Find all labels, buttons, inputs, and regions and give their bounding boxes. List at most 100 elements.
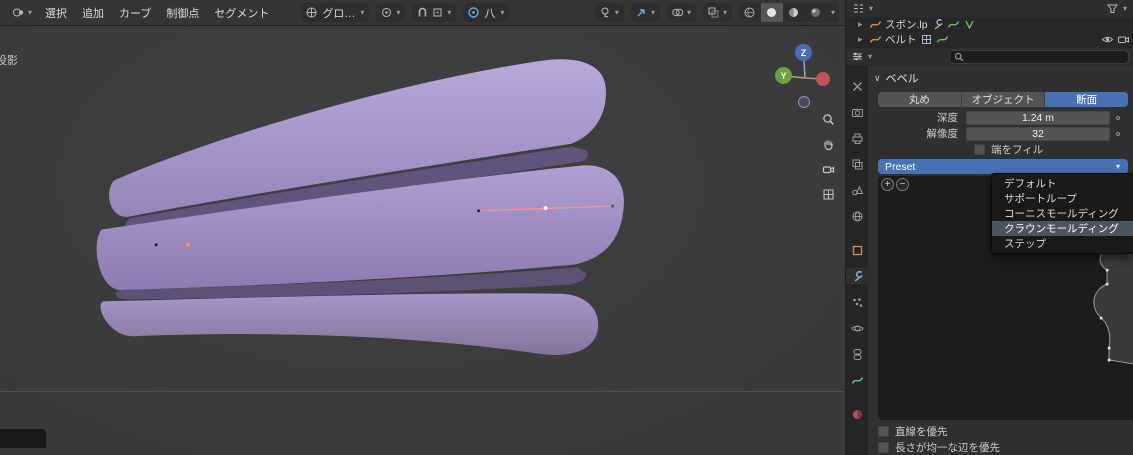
preset-label: Preset: [885, 160, 916, 173]
minus-icon: −: [899, 179, 906, 190]
filter-funnel-icon[interactable]: [1106, 2, 1119, 15]
shading-wireframe-button[interactable]: [739, 3, 761, 22]
menu-control-points[interactable]: 制御点: [159, 2, 206, 24]
tab-view-layer[interactable]: [846, 156, 868, 172]
vertex-group-icon[interactable]: [963, 18, 976, 31]
properties-search[interactable]: [949, 50, 1129, 64]
tab-modifiers[interactable]: [846, 268, 868, 284]
tab-profile[interactable]: 断面: [1045, 92, 1128, 107]
orientation-label: グロ…: [322, 7, 356, 20]
snap-controls[interactable]: ▾: [412, 3, 457, 22]
expand-arrow-icon[interactable]: ▸: [858, 19, 866, 30]
expand-arrow-icon[interactable]: ▸: [858, 34, 866, 45]
properties-editor-icon[interactable]: [851, 50, 864, 63]
render-visibility-camera-icon[interactable]: [1117, 33, 1130, 46]
resolution-field[interactable]: 32: [966, 126, 1110, 141]
prefer-even-row: 長さが均一な辺を優先: [878, 440, 1128, 454]
plus-icon: +: [884, 179, 891, 190]
tab-constraints[interactable]: [846, 346, 868, 362]
preset-dropdown-button[interactable]: Preset ▾: [878, 159, 1128, 174]
outliner-row-belt[interactable]: ▸ ベルト: [846, 32, 1133, 47]
chevron-down-icon: ▾: [1122, 3, 1127, 13]
fill-caps-checkbox[interactable]: [974, 144, 985, 155]
resolution-value: 32: [1032, 127, 1044, 140]
curve-data-icon[interactable]: [936, 33, 949, 46]
gizmo-z-axis[interactable]: Z: [795, 44, 812, 61]
properties-main: ∨ ベベル 丸め オブジェクト 断面 深度 1.24 m 解像度 32 端をフィ…: [868, 66, 1133, 455]
constraints-icon: [853, 348, 861, 360]
shading-material-button[interactable]: [783, 3, 805, 22]
modifier-grid-icon[interactable]: [920, 33, 933, 46]
animate-dot-icon[interactable]: [1116, 131, 1120, 136]
outliner-editor-icon[interactable]: [852, 2, 865, 15]
zoom-out-button[interactable]: −: [896, 178, 909, 191]
editor-type-selector[interactable]: ▾: [8, 3, 37, 22]
menu-add[interactable]: 追加: [75, 2, 111, 24]
tab-round[interactable]: 丸め: [878, 92, 962, 107]
menu-item-crown-molding[interactable]: クラウンモールディング: [992, 221, 1133, 236]
modifier-wrench-icon[interactable]: [931, 18, 944, 31]
chevron-down-icon: ▾: [500, 7, 505, 17]
pivot-point-dropdown[interactable]: ▾: [376, 3, 406, 22]
operator-panel-collapsed[interactable]: [0, 429, 46, 448]
depth-field[interactable]: 1.24 m: [966, 110, 1110, 125]
tab-output[interactable]: [846, 130, 868, 146]
gizmos-toggle[interactable]: ▾: [630, 3, 660, 22]
animate-dot-icon[interactable]: [1116, 115, 1120, 120]
navigation-gizmo[interactable]: Z Y: [770, 40, 840, 110]
tab-object[interactable]: オブジェクト: [961, 92, 1046, 107]
menu-item-default[interactable]: デフォルト: [992, 176, 1133, 191]
gizmo-neg-z-axis: [798, 96, 810, 108]
properties-search-input[interactable]: [967, 51, 1117, 63]
eye-visibility-icon[interactable]: [1101, 33, 1114, 46]
xray-icon: [708, 7, 719, 18]
bevel-panel-header[interactable]: ∨ ベベル: [874, 70, 919, 86]
floor-grid-axis-line: [0, 391, 845, 392]
depth-row: 深度 1.24 m: [868, 110, 1133, 125]
object-name: スボン.lp: [885, 19, 928, 31]
zoom-button[interactable]: [817, 110, 839, 128]
gizmo-y-axis[interactable]: Y: [775, 67, 792, 84]
prefer-even-checkbox[interactable]: [878, 441, 889, 453]
gizmo-x-axis: [816, 72, 830, 86]
menu-item-cornice-molding[interactable]: コーニスモールディング: [992, 206, 1133, 221]
menu-item-support-loops[interactable]: サポートループ: [992, 191, 1133, 206]
tab-object[interactable]: [846, 242, 868, 258]
overlays-toggle[interactable]: ▾: [666, 3, 696, 22]
menu-select[interactable]: 選択: [38, 2, 74, 24]
shading-rendered-button[interactable]: [805, 3, 827, 22]
object-name: ベルト: [885, 34, 917, 46]
tab-world[interactable]: [846, 208, 868, 224]
zoom-in-button[interactable]: +: [881, 178, 894, 191]
proportional-editing-controls[interactable]: 八 ▾: [463, 3, 510, 22]
tab-object-data[interactable]: [846, 372, 868, 388]
orthographic-toggle-button[interactable]: [817, 185, 839, 203]
curve-data-icon[interactable]: [947, 18, 960, 31]
depth-label: 深度: [937, 112, 958, 124]
transform-orientation-dropdown[interactable]: グロ… ▾: [301, 3, 370, 22]
solid-sphere-icon: [767, 8, 777, 17]
menu-curve[interactable]: カーブ: [112, 2, 158, 24]
viewport-3d[interactable]: ▾ 選択 追加 カーブ 制御点 セグメント グロ… ▾ ▾ ▾ 八 ▾ ▾ ▾ …: [0, 0, 845, 455]
shading-solid-button[interactable]: [760, 3, 783, 22]
tab-particles[interactable]: [846, 294, 868, 310]
camera-view-button[interactable]: [817, 160, 839, 178]
prefer-straight-checkbox[interactable]: [878, 425, 889, 437]
tab-physics[interactable]: [846, 320, 868, 336]
pan-button[interactable]: [817, 135, 839, 153]
pivot-icon: [382, 8, 392, 17]
object-visibility-dropdown[interactable]: ▾: [594, 3, 624, 22]
outliner-row-pants[interactable]: ▸ スボン.lp: [846, 17, 1133, 32]
menu-item-steps[interactable]: ステップ: [992, 236, 1133, 251]
tool-icon: [852, 81, 862, 91]
tab-material[interactable]: [846, 406, 868, 422]
resolution-row: 解像度 32: [868, 126, 1133, 141]
tab-render[interactable]: [846, 104, 868, 120]
rendered-sphere-icon: [811, 8, 821, 17]
tab-tool[interactable]: [846, 78, 868, 94]
tab-scene[interactable]: [846, 182, 868, 198]
menu-segments[interactable]: セグメント: [207, 2, 276, 24]
printer-icon: [852, 133, 862, 144]
chevron-down-icon: ▾: [1115, 161, 1120, 171]
xray-toggle[interactable]: ▾: [702, 3, 732, 22]
